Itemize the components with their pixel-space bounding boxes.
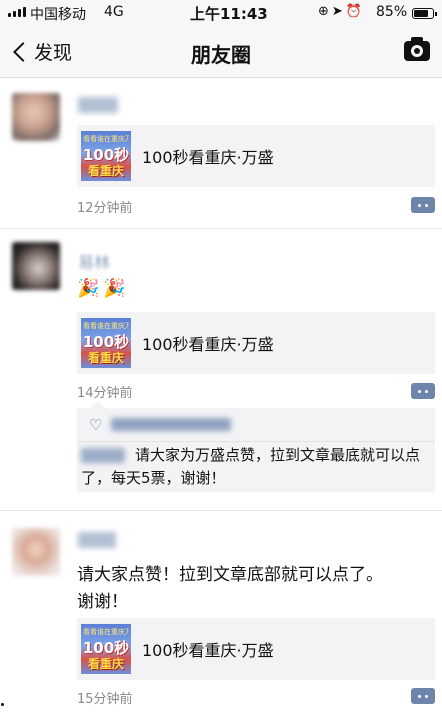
status-icons: ⊕➤⏰ [318,4,365,19]
scroll-indicator-dot [1,703,4,706]
link-card[interactable]: 看看谁在重庆万盛 100秒 看重庆 100秒看重庆·万盛 [77,125,435,187]
likes-row: ♡ [77,408,435,442]
camera-icon[interactable] [404,37,430,61]
battery-level-fill [414,10,428,17]
post-time: 14分钟前 [77,386,133,401]
link-title: 100秒看重庆·万盛 [142,335,274,354]
author-name[interactable]: 易林 [78,249,114,272]
location-arrow-icon: ➤ [331,4,346,19]
status-time: 上午11:43 [190,5,268,23]
link-title: 100秒看重庆·万盛 [142,641,274,660]
more-actions-button[interactable] [411,688,435,704]
avatar[interactable] [12,242,60,290]
link-thumbnail: 看看谁在重庆万盛 100秒 看重庆 [81,624,131,674]
more-actions-button[interactable] [411,197,435,213]
post-time: 15分钟前 [77,692,133,707]
post-emojis: 🎉🎉 [77,278,130,299]
link-title: 100秒看重庆·万盛 [142,148,274,167]
heart-icon: ♡ [89,416,103,434]
link-card[interactable]: 看看谁在重庆万盛 100秒 看重庆 100秒看重庆·万盛 [77,312,435,374]
network-type-label: 4G [104,4,124,20]
moment-post: 看看谁在重庆万盛 100秒 看重庆 100秒看重庆·万盛 12分钟前 [0,79,442,229]
author-name[interactable] [78,97,118,113]
avatar[interactable] [12,93,60,141]
avatar[interactable] [12,528,60,576]
likes-comments-box: ♡ 请大家为万盛点赞，拉到文章最底就可以点了，每天5票，谢谢！ [77,401,435,492]
comment-text[interactable]: 请大家为万盛点赞，拉到文章最底就可以点了，每天5票，谢谢！ [81,444,435,490]
author-name[interactable] [78,532,116,548]
navigation-bar: 发现 朋友圈 [0,26,442,78]
carrier-label: 中国移动 [30,7,86,23]
post-text: 请大家点赞！拉到文章底部就可以点了。 谢谢！ [77,565,383,612]
alarm-icon: ⏰ [345,4,365,19]
link-thumbnail: 看看谁在重庆万盛 100秒 看重庆 [81,318,131,368]
link-thumbnail: 看看谁在重庆万盛 100秒 看重庆 [81,131,131,181]
signal-icon [8,7,26,17]
post-time: 12分钟前 [77,201,133,216]
lock-rotation-icon: ⊕ [318,4,332,19]
page-title: 朋友圈 [191,43,251,67]
moment-post: 请大家点赞！拉到文章底部就可以点了。 谢谢！ 看看谁在重庆万盛 100秒 看重庆… [0,512,442,715]
link-card[interactable]: 看看谁在重庆万盛 100秒 看重庆 100秒看重庆·万盛 [77,618,435,680]
liker-names[interactable] [111,418,231,431]
more-actions-button[interactable] [411,383,435,399]
battery-percent: 85% [376,4,408,20]
status-bar: 中国移动 4G 上午11:43 ⊕➤⏰ 85% [0,0,442,26]
battery-icon [412,8,437,19]
